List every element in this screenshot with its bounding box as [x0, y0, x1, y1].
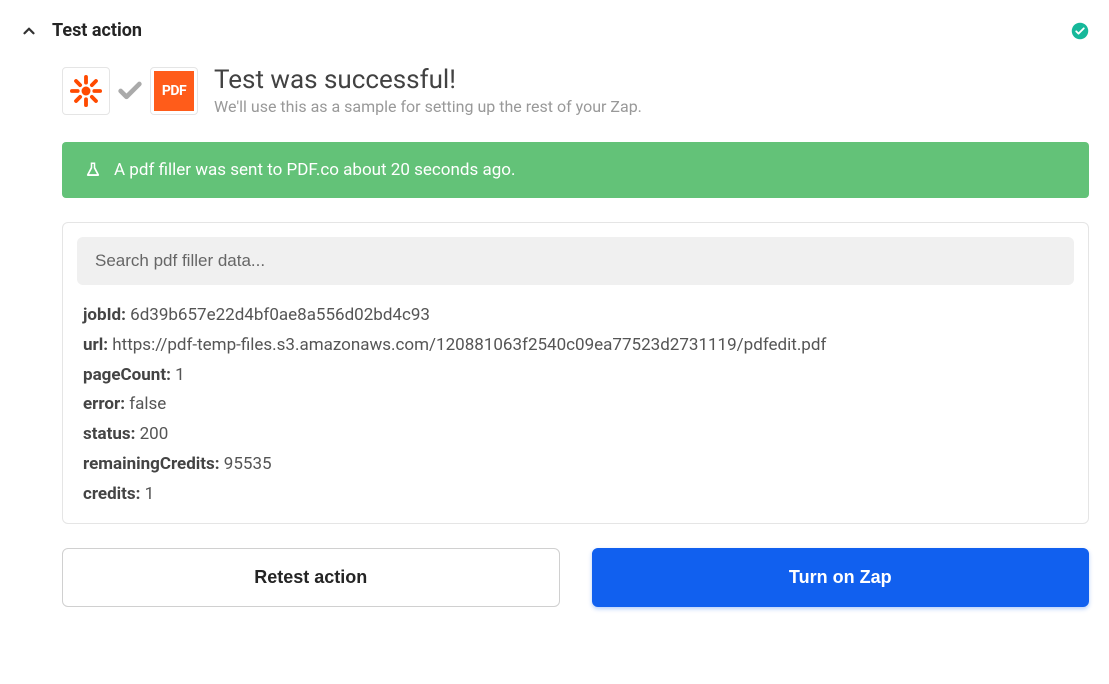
status-banner-text: A pdf filler was sent to PDF.co about 20… — [114, 160, 515, 180]
data-key: remainingCredits: — [83, 454, 220, 474]
data-value: https://pdf-temp-files.s3.amazonaws.com/… — [112, 335, 826, 355]
success-heading: Test was successful! — [214, 65, 642, 95]
zapier-app-icon — [62, 67, 110, 115]
turn-on-zap-button[interactable]: Turn on Zap — [592, 548, 1090, 607]
data-value: 1 — [175, 365, 185, 385]
data-value: 200 — [140, 424, 169, 444]
data-row-url: url: https://pdf-temp-files.s3.amazonaws… — [83, 331, 1068, 361]
data-row-jobid: jobId: 6d39b657e22d4bf0ae8a556d02bd4c93 — [83, 301, 1068, 331]
flask-icon — [84, 161, 102, 179]
pdfco-app-icon: PDF — [150, 67, 198, 115]
result-data-panel: jobId: 6d39b657e22d4bf0ae8a556d02bd4c93 … — [62, 222, 1089, 524]
success-check-icon — [1071, 22, 1089, 40]
section-header: Test action — [20, 20, 1089, 41]
status-banner: A pdf filler was sent to PDF.co about 20… — [62, 142, 1089, 198]
retest-button[interactable]: Retest action — [62, 548, 560, 607]
pdfco-logo-label: PDF — [154, 71, 194, 111]
data-row-status: status: 200 — [83, 420, 1068, 450]
data-value: 1 — [145, 484, 155, 504]
success-subtext: We'll use this as a sample for setting u… — [214, 97, 642, 116]
data-row-error: error: false — [83, 390, 1068, 420]
data-key: credits: — [83, 484, 140, 504]
data-key: error: — [83, 394, 125, 414]
step-check-icon — [116, 77, 144, 105]
data-key: url: — [83, 335, 108, 355]
data-value: false — [129, 394, 166, 414]
data-value: 6d39b657e22d4bf0ae8a556d02bd4c93 — [130, 305, 430, 325]
data-key: jobId: — [83, 305, 126, 325]
success-summary: PDF Test was successful! We'll use this … — [62, 65, 1089, 116]
data-key: status: — [83, 424, 135, 444]
chevron-up-icon[interactable] — [20, 22, 38, 40]
data-row-credits: credits: 1 — [83, 480, 1068, 510]
data-value: 95535 — [224, 454, 272, 474]
data-row-pagecount: pageCount: 1 — [83, 361, 1068, 391]
data-key: pageCount: — [83, 365, 171, 385]
section-title: Test action — [52, 20, 142, 41]
data-row-remainingcredits: remainingCredits: 95535 — [83, 450, 1068, 480]
search-input[interactable] — [77, 237, 1074, 285]
